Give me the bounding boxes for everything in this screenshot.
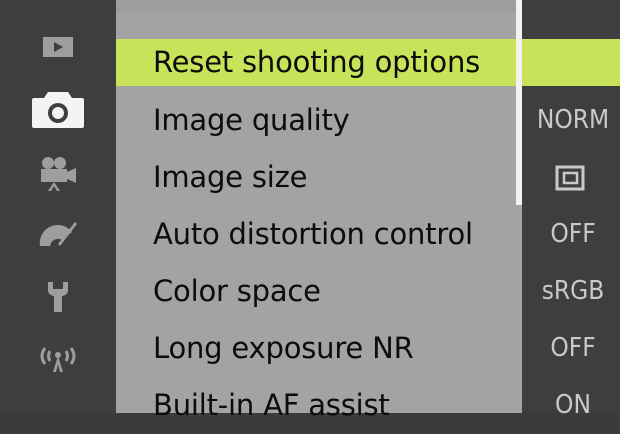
menu-item-label: Long exposure NR	[153, 331, 414, 365]
menu-item-reset-shooting-options[interactable]: Reset shooting options	[0, 34, 620, 91]
menu-item-label: Built-in AF assist	[153, 388, 390, 422]
menu-item-built-in-af-assist[interactable]: Built-in AF assist ON	[0, 377, 620, 434]
menu-item-auto-distortion-control[interactable]: Auto distortion control OFF	[0, 206, 620, 263]
menu-item-image-size[interactable]: Image size	[0, 149, 620, 206]
menu-top-strip	[116, 0, 522, 12]
menu-item-value: ON	[555, 390, 591, 420]
menu-item-value: OFF	[550, 333, 596, 363]
menu-item-long-exposure-nr[interactable]: Long exposure NR OFF	[0, 320, 620, 377]
menu-item-label: Reset shooting options	[153, 45, 481, 79]
menu-item-color-space[interactable]: Color space sRGB	[0, 263, 620, 320]
menu-item-value: sRGB	[541, 276, 605, 306]
menu-item-label: Color space	[153, 274, 321, 308]
menu-item-value	[526, 34, 620, 91]
menu-item-label: Image quality	[153, 103, 350, 137]
menu-item-image-quality[interactable]: Image quality NORM	[0, 92, 620, 149]
menu-item-label: Auto distortion control	[153, 217, 473, 251]
menu-item-label: Image size	[153, 160, 308, 194]
image-size-large-icon	[555, 165, 585, 191]
menu-item-value: NORM	[536, 105, 610, 135]
menu-item-value: OFF	[550, 219, 596, 249]
